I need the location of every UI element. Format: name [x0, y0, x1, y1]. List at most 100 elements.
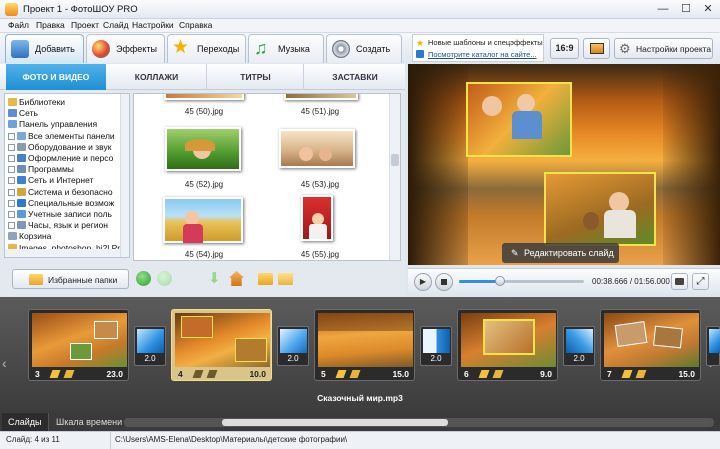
file-thumb-53[interactable] — [279, 129, 355, 168]
tab-slides[interactable]: Слайды — [2, 413, 49, 431]
pencil-icon[interactable] — [49, 370, 61, 378]
snapshot-button[interactable] — [671, 273, 688, 290]
slide-number: 4 — [178, 369, 183, 379]
tree-item[interactable]: Панель управления — [8, 119, 97, 130]
expand-icon[interactable] — [8, 177, 15, 185]
pencil-icon[interactable] — [478, 370, 490, 378]
music-track-label[interactable]: Сказочный мир.mp3 — [0, 393, 720, 403]
expand-icon[interactable] — [8, 132, 15, 140]
arrow-down-icon[interactable]: ⬇ — [208, 271, 222, 286]
tree-item[interactable]: Программы — [8, 164, 74, 175]
transition-duration: 2.0 — [430, 354, 442, 363]
pencil-icon[interactable] — [192, 370, 204, 378]
tree-item[interactable]: Система и безопасно — [8, 187, 113, 198]
transition-thumbnail[interactable]: 2.0 — [420, 326, 452, 366]
tree-item[interactable]: Корзина — [8, 231, 51, 242]
tab-create[interactable]: Создать — [326, 34, 402, 63]
slide-number: 3 — [35, 369, 40, 379]
file-thumb-51[interactable] — [284, 94, 358, 100]
transition-thumbnail[interactable]: 2.0 — [134, 326, 166, 366]
menu-slide[interactable]: Слайд — [103, 20, 129, 30]
file-thumb-55[interactable] — [301, 195, 333, 241]
folder-icon — [8, 120, 17, 129]
file-grid-scrollbar[interactable] — [389, 94, 400, 260]
scroll-left-icon[interactable]: ‹ — [2, 355, 7, 371]
transition-thumbnail[interactable] — [706, 326, 720, 366]
favorite-folders-button[interactable]: Избранные папки — [12, 269, 129, 289]
file-thumb-52[interactable] — [165, 127, 241, 171]
effect-icon[interactable] — [635, 370, 647, 378]
expand-icon[interactable] — [8, 222, 15, 230]
slide-thumbnail-selected[interactable]: 4 10.0 — [171, 309, 272, 381]
slide-thumbnail[interactable]: 5 15.0 — [314, 309, 415, 381]
file-name: 45 (52).jpg — [184, 180, 224, 189]
pencil-icon[interactable] — [621, 370, 633, 378]
slide-thumbnail[interactable]: 3 23.0 — [28, 309, 129, 381]
file-thumb-54[interactable] — [163, 197, 243, 243]
storyboard-scroll-thumb[interactable] — [222, 419, 448, 426]
tree-item[interactable]: Библиотеки — [8, 97, 65, 108]
catalog-link[interactable]: Посмотрите каталог на сайте... — [428, 50, 537, 59]
tree-item[interactable]: Оборудование и звук — [8, 142, 111, 153]
tab-add[interactable]: Добавить — [5, 34, 84, 63]
fullscreen-button[interactable]: ⤢ — [692, 273, 709, 290]
transition-duration: 2.0 — [144, 354, 156, 363]
tree-scrollbar[interactable] — [120, 94, 129, 257]
folder-up-icon[interactable] — [258, 273, 273, 285]
tree-item[interactable]: Сеть — [8, 108, 38, 119]
expand-icon[interactable] — [8, 155, 15, 162]
menu-help[interactable]: Справка — [179, 20, 212, 30]
file-thumb-50[interactable] — [164, 94, 244, 100]
tab-titles[interactable]: ТИТРЫ — [208, 64, 304, 90]
minimize-button[interactable]: — — [652, 2, 674, 17]
expand-icon[interactable] — [8, 199, 15, 207]
folder-add-icon[interactable] — [278, 273, 293, 285]
edit-slide-label: Редактировать слайд — [524, 248, 614, 258]
close-button[interactable]: ✕ — [697, 2, 719, 17]
expand-icon[interactable] — [8, 166, 15, 174]
aspect-ratio-button[interactable]: 16:9 — [550, 38, 579, 59]
project-settings-button[interactable]: ⚙ Настройки проекта — [614, 38, 713, 59]
background-button[interactable] — [583, 38, 610, 59]
tree-item[interactable]: Оформление и персо — [8, 153, 113, 164]
seek-handle[interactable] — [495, 276, 505, 286]
star-icon: ★ — [172, 37, 190, 58]
tab-music[interactable]: ♫ Музыка — [248, 34, 324, 63]
tree-item[interactable]: Учетные записи поль — [8, 209, 112, 220]
menu-file[interactable]: Файл — [8, 20, 29, 30]
expand-icon[interactable] — [8, 211, 15, 218]
transition-thumbnail[interactable]: 2.0 — [277, 326, 309, 366]
expand-icon[interactable] — [8, 188, 15, 196]
tab-photo-video[interactable]: ФОТО И ВИДЕО — [6, 64, 106, 90]
tab-collages[interactable]: КОЛЛАЖИ — [107, 64, 207, 90]
tree-item[interactable]: Специальные возмож — [8, 198, 114, 209]
back-icon[interactable] — [136, 271, 151, 286]
edit-slide-button[interactable]: ✎ Редактировать слайд — [502, 243, 619, 263]
forward-icon[interactable] — [157, 271, 172, 286]
effect-icon[interactable] — [492, 370, 504, 378]
tab-timeline[interactable]: Шкала времени — [50, 413, 128, 431]
effect-icon[interactable] — [206, 370, 218, 378]
tab-intros[interactable]: ЗАСТАВКИ — [305, 64, 405, 90]
slide-thumbnail[interactable]: 7 15.0 — [600, 309, 701, 381]
expand-icon[interactable] — [8, 143, 15, 151]
menu-settings[interactable]: Настройки — [132, 20, 174, 30]
menu-project[interactable]: Проект — [71, 20, 99, 30]
maximize-button[interactable]: ☐ — [675, 2, 697, 17]
tab-transitions[interactable]: ★ Переходы — [167, 34, 246, 63]
folder-icon — [17, 176, 26, 185]
tree-item[interactable]: Сеть и Интернет — [8, 175, 93, 186]
tree-horizontal-scrollbar[interactable] — [5, 249, 120, 257]
effect-icon[interactable] — [63, 370, 75, 378]
tab-effects[interactable]: Эффекты — [86, 34, 165, 63]
pencil-icon[interactable] — [335, 370, 347, 378]
slide-thumbnail[interactable]: 6 9.0 — [457, 309, 558, 381]
transition-thumbnail[interactable]: 2.0 — [563, 326, 595, 366]
effect-icon[interactable] — [349, 370, 361, 378]
play-button[interactable]: ▶ — [414, 273, 432, 291]
menu-edit[interactable]: Правка — [36, 20, 65, 30]
stop-button[interactable] — [435, 273, 453, 291]
tree-item[interactable]: Все элементы панели — [8, 131, 115, 142]
music-note-icon: ♫ — [254, 38, 268, 58]
tree-item[interactable]: Часы, язык и регион — [8, 220, 108, 231]
